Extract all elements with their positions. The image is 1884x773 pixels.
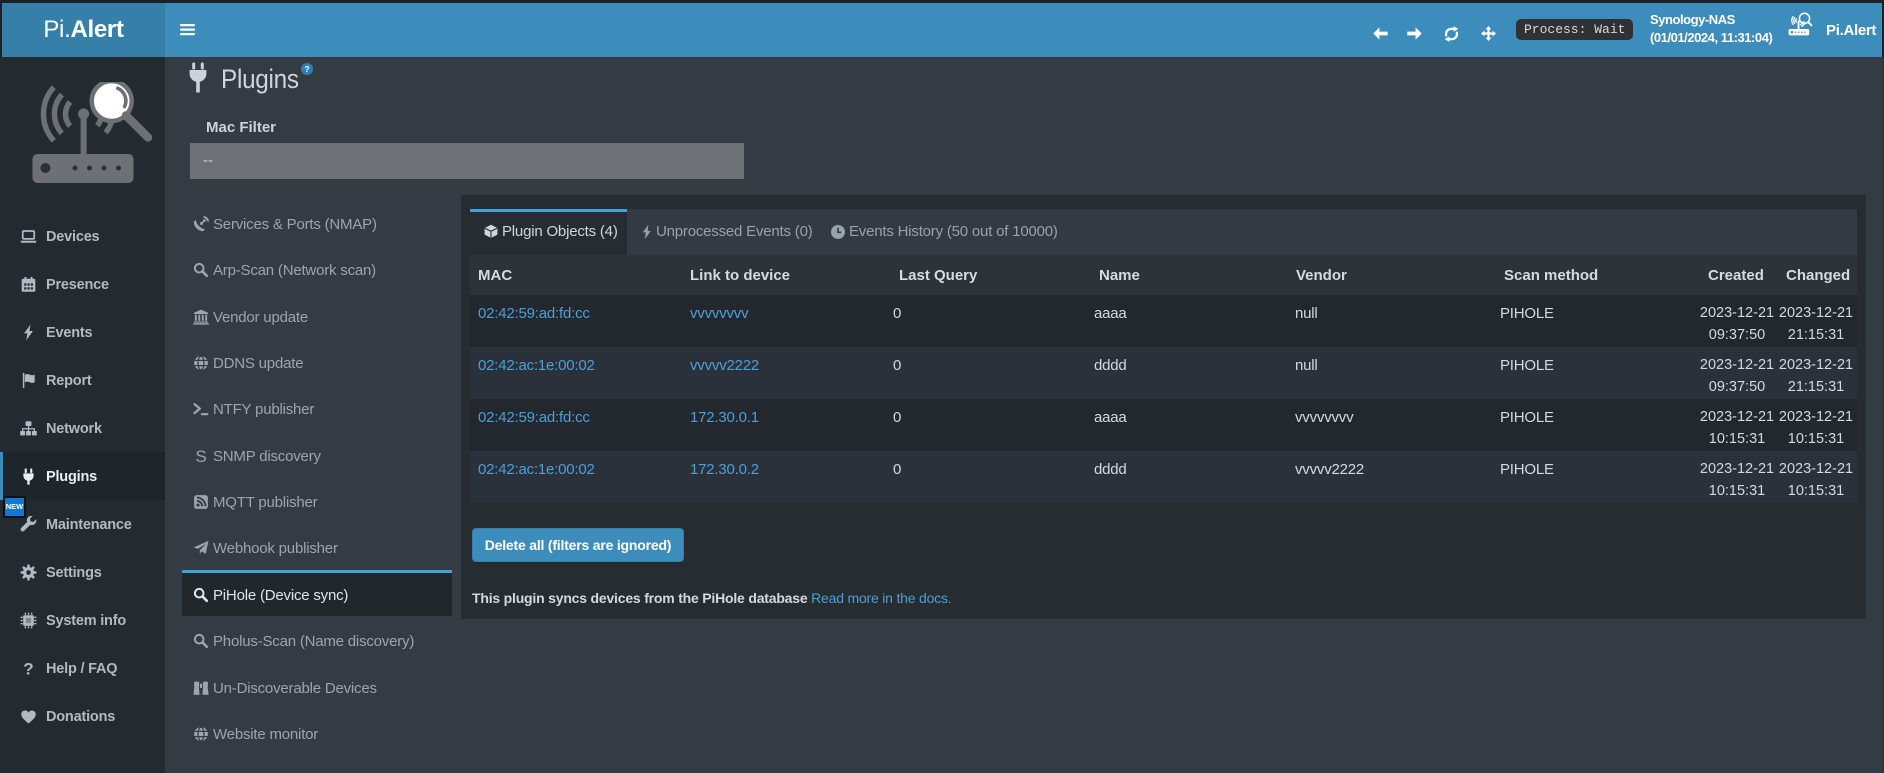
- svg-text:S: S: [195, 448, 206, 464]
- svg-text:?: ?: [23, 660, 33, 677]
